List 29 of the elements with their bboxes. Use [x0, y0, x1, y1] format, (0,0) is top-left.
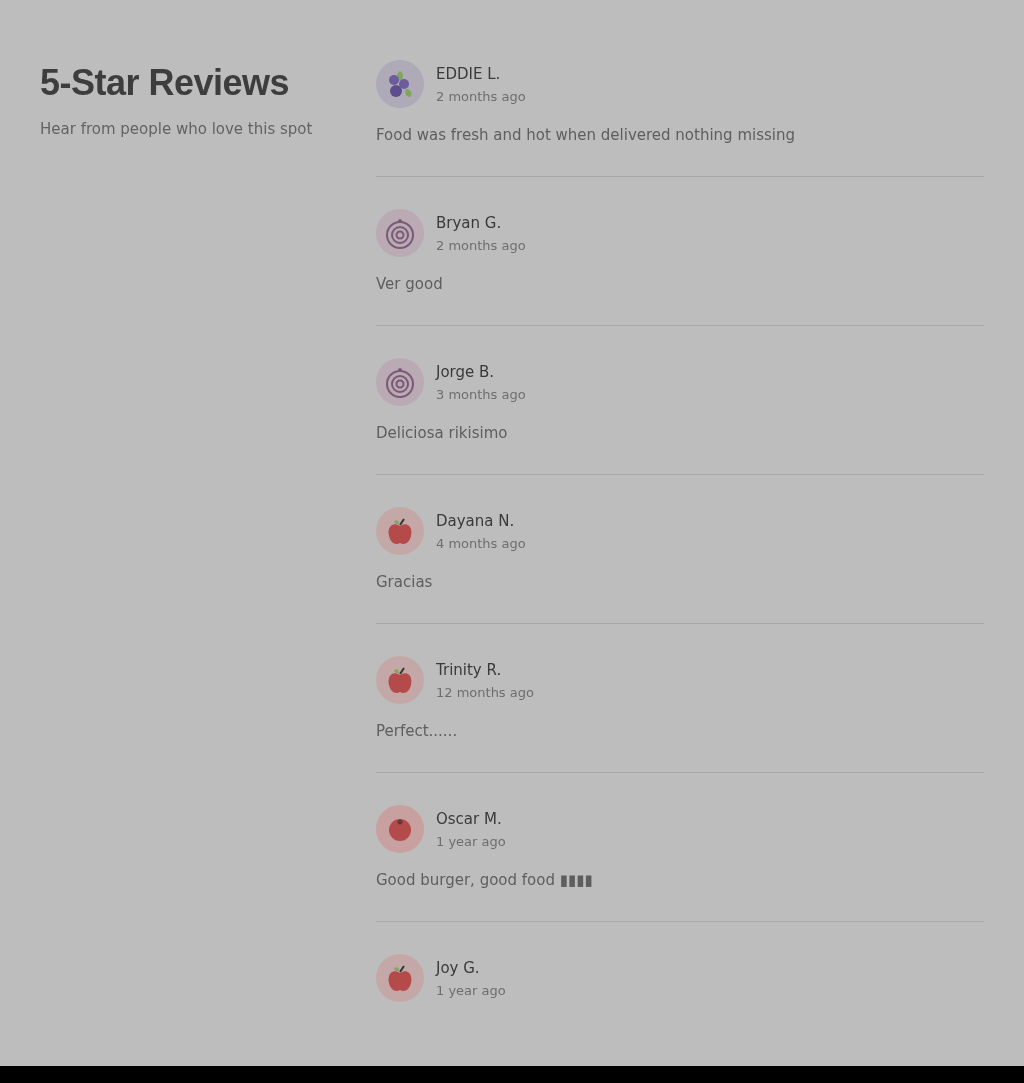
- review-text: Good burger, good food ▮▮▮▮: [376, 871, 594, 889]
- reviewer-name: Joy G.: [436, 958, 481, 977]
- review-time: 2 months ago: [436, 88, 526, 104]
- tomato-icon: [387, 816, 413, 842]
- onion-icon: [385, 366, 415, 398]
- review-text: Deliciosa rikisimo: [376, 424, 509, 442]
- review-time: 3 months ago: [436, 386, 526, 402]
- onion-icon: [385, 217, 415, 249]
- reviewer-name: Dayana N.: [436, 511, 516, 530]
- apple-icon: [386, 665, 414, 695]
- page-title: 5-Star Reviews: [40, 62, 291, 104]
- review-time: 4 months ago: [436, 535, 526, 551]
- review-time: 1 year ago: [436, 833, 506, 849]
- berries-icon: [386, 69, 414, 99]
- review-text: Food was fresh and hot when delivered nothing missing: [376, 126, 796, 144]
- reviewer-name: Bryan G.: [436, 213, 503, 232]
- review-time: 2 months ago: [436, 237, 526, 253]
- reviewer-name: Oscar M.: [436, 809, 503, 828]
- review-time: 12 months ago: [436, 684, 534, 700]
- reviewer-name: EDDIE L.: [436, 64, 502, 83]
- apple-icon: [386, 516, 414, 546]
- reviewer-name: Jorge B.: [436, 362, 496, 381]
- page-subtitle: Hear from people who love this spot: [40, 120, 314, 138]
- review-text: Perfect......: [376, 722, 459, 740]
- reviewer-name: Trinity R.: [436, 660, 503, 679]
- review-text: Gracias: [376, 573, 434, 591]
- apple-icon: [386, 963, 414, 993]
- review-time: 1 year ago: [436, 982, 506, 998]
- review-text: Ver good: [376, 275, 444, 293]
